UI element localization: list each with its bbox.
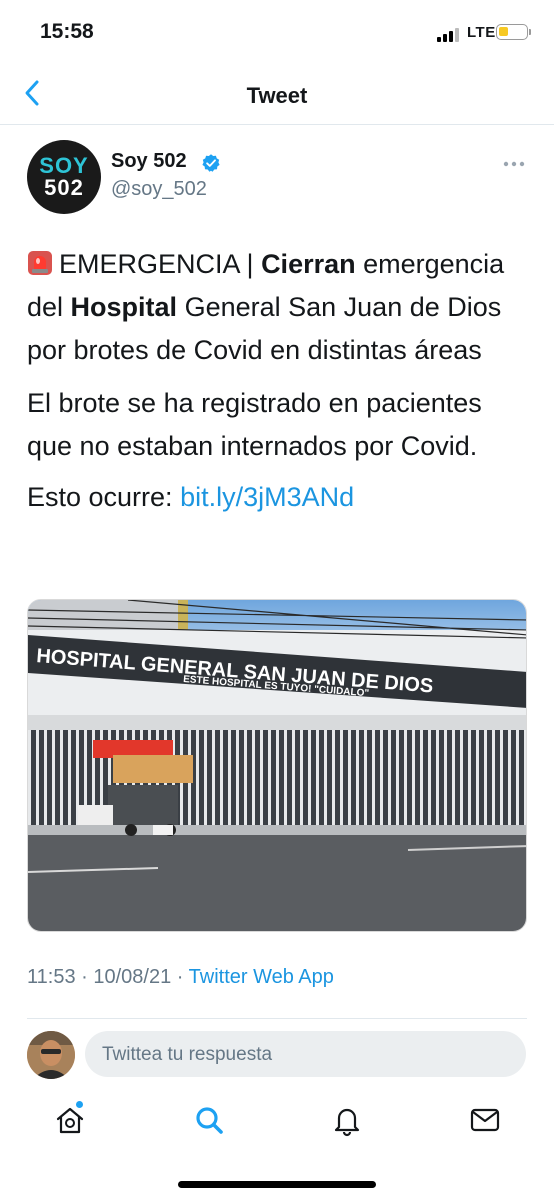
more-icon[interactable] <box>502 160 526 168</box>
hospital-photo: HOSPITAL GENERAL SAN JUAN DE DIOS ESTE H… <box>28 600 526 931</box>
tweet-source-app[interactable]: Twitter Web App <box>189 966 334 988</box>
tweet-link[interactable]: bit.ly/3jM3ANd <box>180 482 354 512</box>
messages-icon[interactable] <box>465 1100 505 1140</box>
page-title: Tweet <box>246 83 308 108</box>
reply-input[interactable]: Twittea tu respuesta <box>85 1031 526 1077</box>
status-bar: 15:58 LTE <box>0 0 554 64</box>
home-indicator <box>178 1181 376 1188</box>
siren-emoji-icon <box>28 251 52 275</box>
meta-separator: · <box>171 966 189 988</box>
tweet-photo[interactable]: HOSPITAL GENERAL SAN JUAN DE DIOS ESTE H… <box>27 599 527 932</box>
tweet-bold-word: Cierran <box>261 249 356 279</box>
tweet-time: 11:53 <box>27 966 76 988</box>
home-icon[interactable] <box>50 1100 90 1140</box>
notifications-icon[interactable] <box>327 1100 367 1140</box>
tweet-text-segment: EMERGENCIA | <box>59 249 262 279</box>
avatar-line-1: SOY <box>39 153 89 178</box>
tweet-author: SOY 502 Soy 502 @soy_502 <box>27 140 527 215</box>
network-label: LTE <box>467 24 496 41</box>
user-avatar[interactable] <box>27 1031 75 1079</box>
battery-icon <box>496 24 528 40</box>
status-time: 15:58 <box>40 20 94 43</box>
tweet-paragraph-2: El brote se ha registrado en pacientes q… <box>27 388 482 461</box>
reply-placeholder: Twittea tu respuesta <box>102 1044 273 1065</box>
author-handle[interactable]: @soy_502 <box>111 178 207 201</box>
author-avatar[interactable]: SOY 502 <box>27 140 101 214</box>
search-icon[interactable] <box>189 1100 229 1140</box>
tweet-text: EMERGENCIA | Cierran emergencia del Hosp… <box>27 243 532 519</box>
battery-cap <box>529 29 531 35</box>
avatar-line-2: 502 <box>44 175 84 200</box>
signal-icon <box>437 26 461 42</box>
divider <box>27 1018 527 1019</box>
verified-badge-icon <box>202 154 220 172</box>
tweet-meta: 11:53 · 10/08/21 · Twitter Web App <box>27 966 334 989</box>
author-name[interactable]: Soy 502 <box>111 150 187 173</box>
tweet-bold-word: Hospital <box>70 292 178 322</box>
tweet-date: 10/08/21 <box>93 966 172 988</box>
tweet-text-segment: Esto ocurre: <box>27 482 181 512</box>
tweet-paragraph-1: EMERGENCIA | Cierran emergencia del Hosp… <box>27 243 532 372</box>
meta-separator: · <box>75 966 94 988</box>
nav-bar: Tweet <box>0 64 554 125</box>
new-content-dot <box>76 1101 83 1108</box>
tweet-paragraph-3: Esto ocurre: bit.ly/3jM3ANd <box>27 476 532 519</box>
